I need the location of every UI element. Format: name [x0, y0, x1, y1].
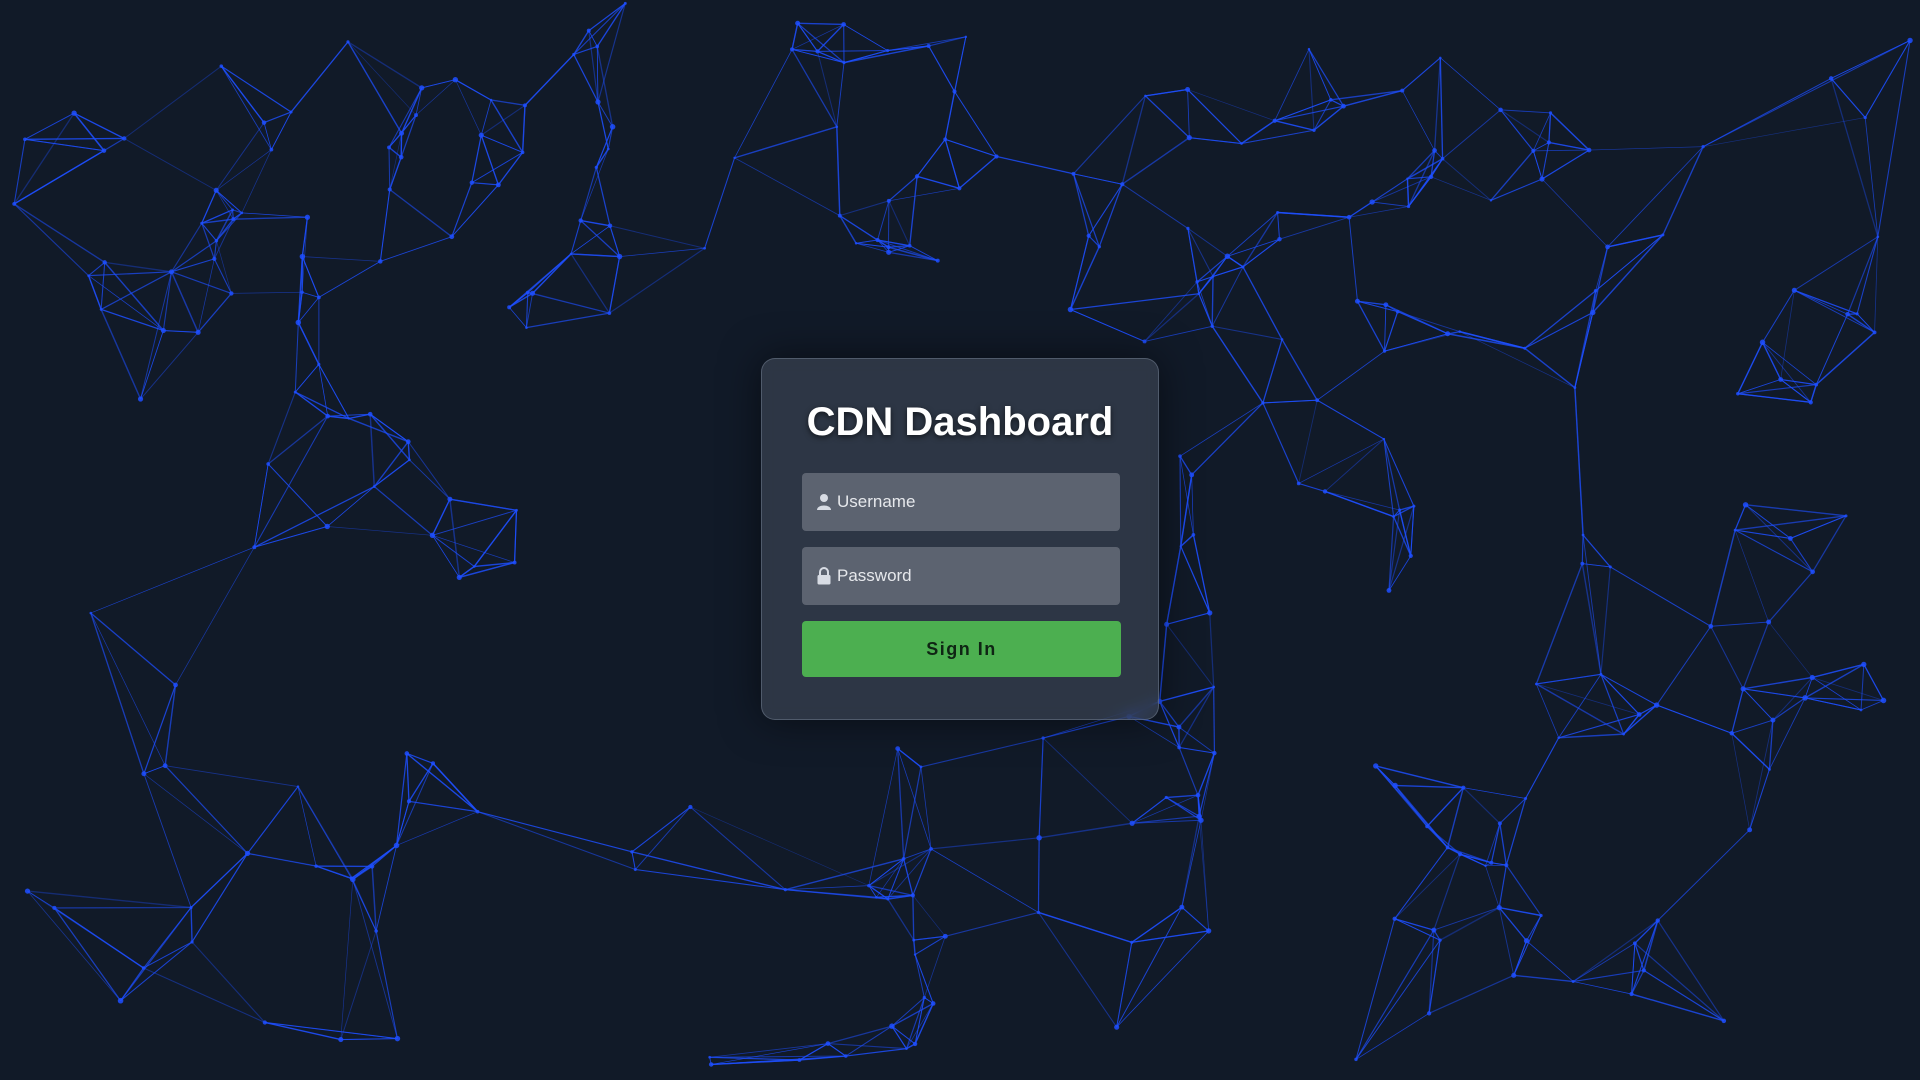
sign-in-button[interactable]: Sign In: [802, 621, 1121, 677]
login-card: CDN Dashboard Sign In: [761, 358, 1159, 720]
page-title: CDN Dashboard: [806, 400, 1114, 444]
password-input[interactable]: [802, 547, 1120, 605]
username-field: [802, 473, 1120, 531]
username-input[interactable]: [802, 473, 1120, 531]
password-field: [802, 547, 1120, 605]
